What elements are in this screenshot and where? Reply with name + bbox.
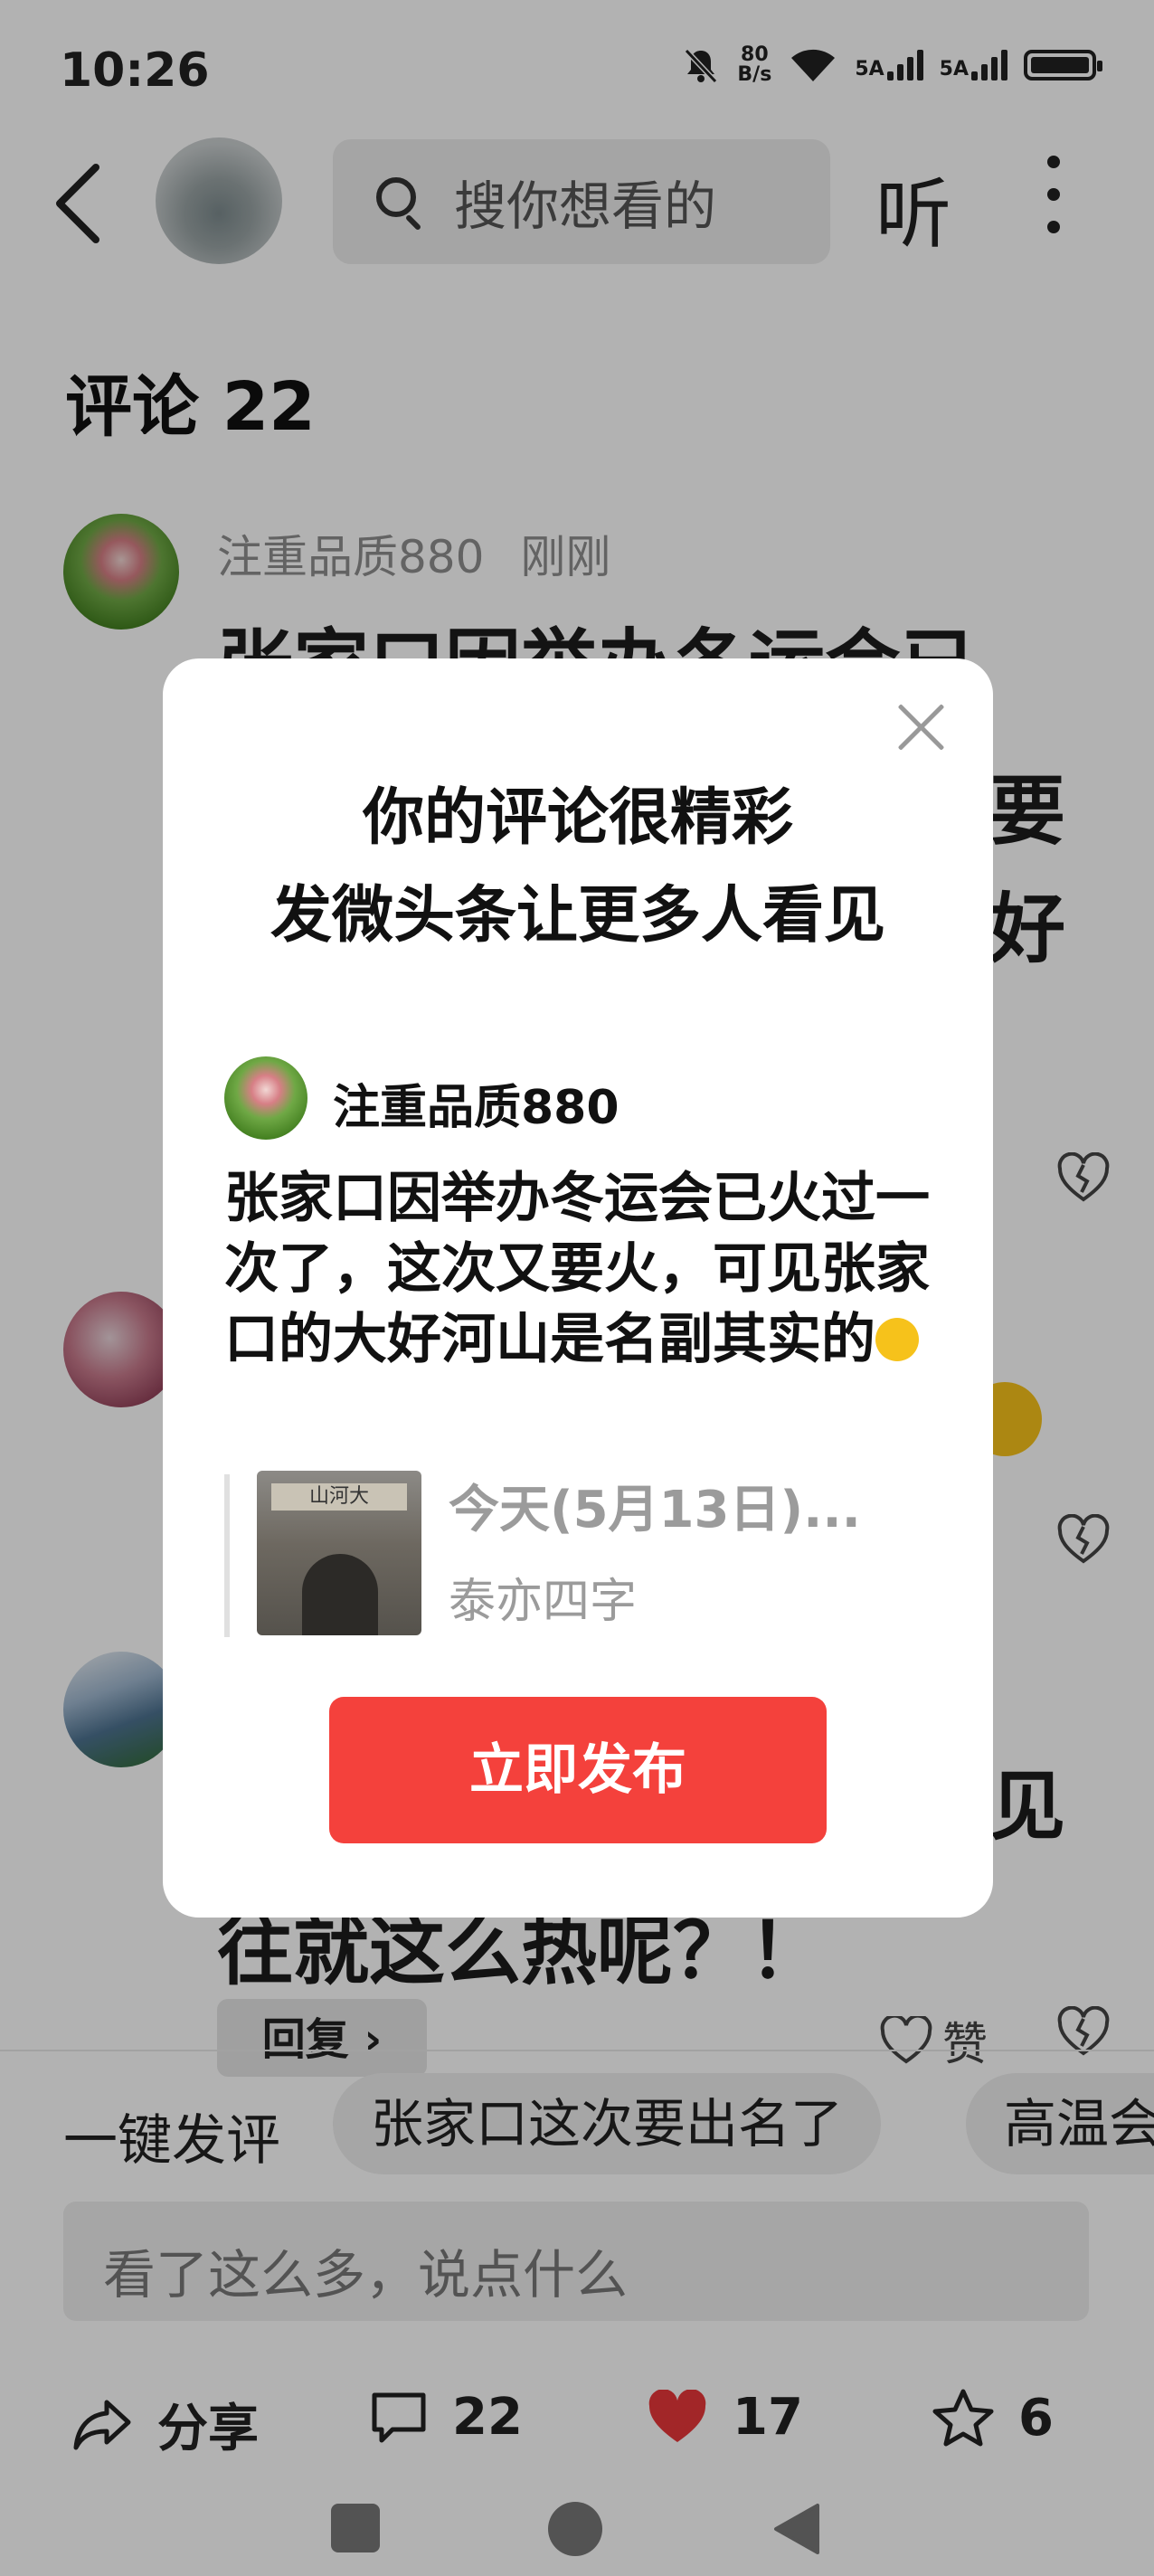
article-title: 今天(5月13日)...: [449, 1481, 861, 1539]
close-icon[interactable]: [895, 702, 946, 753]
publish-button[interactable]: 立即发布: [329, 1697, 827, 1843]
dialog-user-avatar: [224, 1056, 307, 1140]
dialog-subtitle: 发微头条让更多人看见: [270, 880, 885, 952]
dialog-user-name: 注重品质880: [333, 1081, 620, 1135]
article-thumbnail: 山河大: [257, 1471, 421, 1635]
thumbnail-sign: 山河大: [271, 1483, 407, 1511]
article-source: 泰亦四字: [449, 1575, 638, 1629]
dialog-comment-text: 张家口因举办冬运会已火过一次了，这次又要火，可见张家口的大好河山是名副其实的: [224, 1163, 939, 1375]
thumbnail-arch: [302, 1554, 378, 1635]
dialog-title: 你的评论很精彩: [362, 782, 793, 854]
dialog-comment-body: 张家口因举办冬运会已火过一次了，这次又要火，可见张家口的大好河山是名副其实的: [224, 1167, 930, 1371]
share-prompt-dialog: 你的评论很精彩 发微头条让更多人看见 注重品质880 张家口因举办冬运会已火过一…: [163, 658, 993, 1918]
quote-bar: [224, 1474, 230, 1637]
grin-emoji-icon: [875, 1318, 919, 1361]
